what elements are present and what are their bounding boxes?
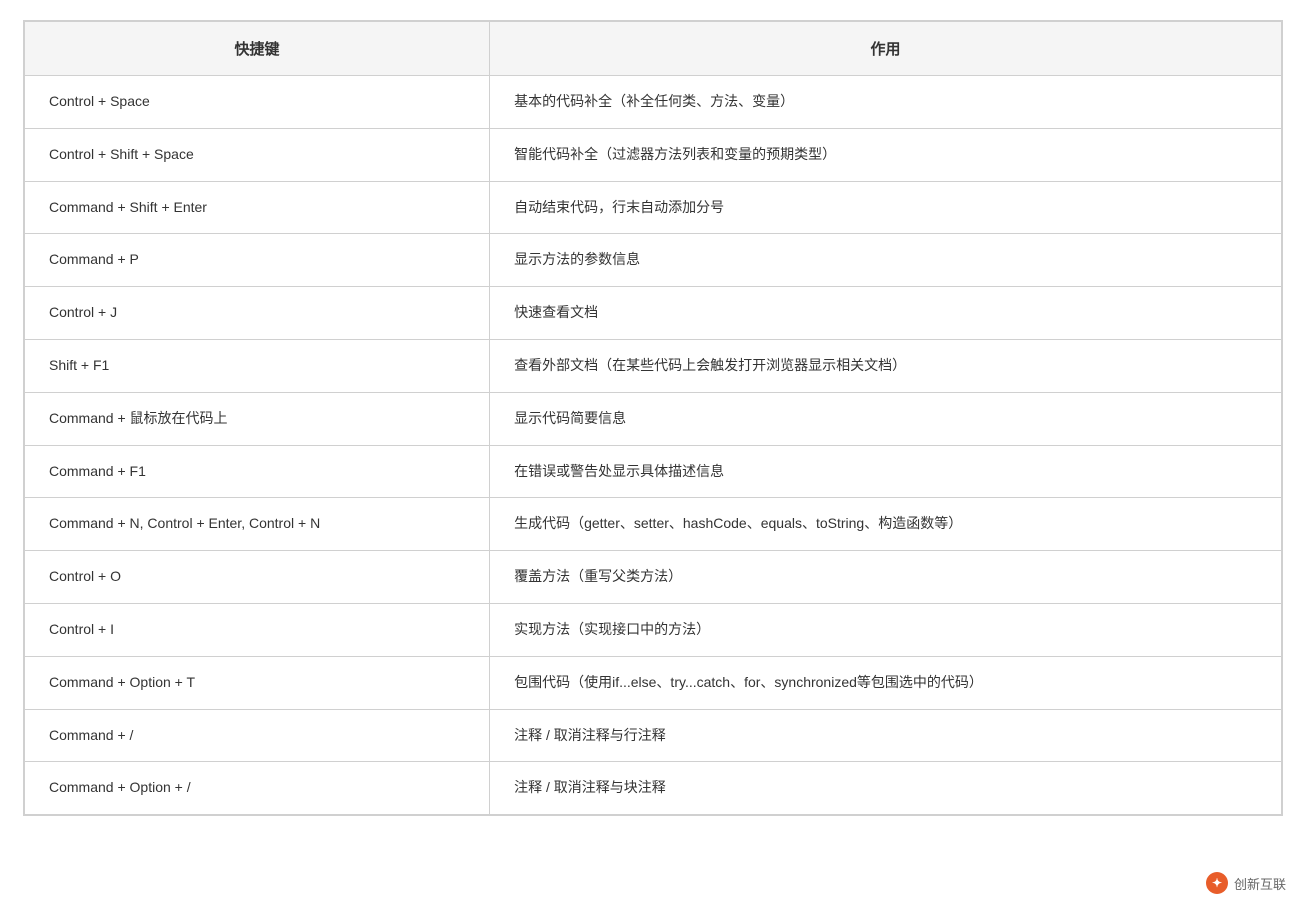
table-row: Control + Shift + Space智能代码补全（过滤器方法列表和变量… <box>25 128 1282 181</box>
shortcut-cell: Control + I <box>25 603 490 656</box>
watermark-icon: ✦ <box>1206 872 1228 894</box>
table-row: Control + O覆盖方法（重写父类方法） <box>25 551 1282 604</box>
description-cell: 在错误或警告处显示具体描述信息 <box>490 445 1282 498</box>
shortcut-cell: Command + F1 <box>25 445 490 498</box>
shortcut-cell: Command + Shift + Enter <box>25 181 490 234</box>
shortcut-table-container: 快捷键 作用 Control + Space基本的代码补全（补全任何类、方法、变… <box>23 20 1283 816</box>
description-cell: 基本的代码补全（补全任何类、方法、变量） <box>490 76 1282 129</box>
shortcut-cell: Command + / <box>25 709 490 762</box>
shortcut-cell: Command + N, Control + Enter, Control + … <box>25 498 490 551</box>
table-row: Command + P显示方法的参数信息 <box>25 234 1282 287</box>
description-cell: 显示方法的参数信息 <box>490 234 1282 287</box>
table-row: Command + /注释 / 取消注释与行注释 <box>25 709 1282 762</box>
table-row: Shift + F1查看外部文档（在某些代码上会触发打开浏览器显示相关文档） <box>25 339 1282 392</box>
description-cell: 包围代码（使用if...else、try...catch、for、synchro… <box>490 656 1282 709</box>
description-cell: 实现方法（实现接口中的方法） <box>490 603 1282 656</box>
shortcut-table: 快捷键 作用 Control + Space基本的代码补全（补全任何类、方法、变… <box>24 21 1282 815</box>
table-row: Control + J快速查看文档 <box>25 287 1282 340</box>
table-row: Command + 鼠标放在代码上显示代码简要信息 <box>25 392 1282 445</box>
header-description: 作用 <box>490 22 1282 76</box>
table-body: Control + Space基本的代码补全（补全任何类、方法、变量）Contr… <box>25 76 1282 815</box>
description-cell: 注释 / 取消注释与块注释 <box>490 762 1282 815</box>
description-cell: 覆盖方法（重写父类方法） <box>490 551 1282 604</box>
watermark-text: 创新互联 <box>1234 874 1286 893</box>
shortcut-cell: Control + J <box>25 287 490 340</box>
shortcut-cell: Command + Option + / <box>25 762 490 815</box>
table-row: Command + Option + T包围代码（使用if...else、try… <box>25 656 1282 709</box>
shortcut-cell: Command + Option + T <box>25 656 490 709</box>
description-cell: 生成代码（getter、setter、hashCode、equals、toStr… <box>490 498 1282 551</box>
table-row: Control + I实现方法（实现接口中的方法） <box>25 603 1282 656</box>
table-row: Control + Space基本的代码补全（补全任何类、方法、变量） <box>25 76 1282 129</box>
table-row: Command + Shift + Enter自动结束代码，行末自动添加分号 <box>25 181 1282 234</box>
shortcut-cell: Control + Shift + Space <box>25 128 490 181</box>
header-shortcut: 快捷键 <box>25 22 490 76</box>
shortcut-cell: Command + 鼠标放在代码上 <box>25 392 490 445</box>
shortcut-cell: Shift + F1 <box>25 339 490 392</box>
table-header-row: 快捷键 作用 <box>25 22 1282 76</box>
description-cell: 显示代码简要信息 <box>490 392 1282 445</box>
description-cell: 查看外部文档（在某些代码上会触发打开浏览器显示相关文档） <box>490 339 1282 392</box>
table-row: Command + Option + /注释 / 取消注释与块注释 <box>25 762 1282 815</box>
description-cell: 快速查看文档 <box>490 287 1282 340</box>
shortcut-cell: Control + Space <box>25 76 490 129</box>
watermark: ✦ 创新互联 <box>1206 872 1286 894</box>
table-row: Command + F1在错误或警告处显示具体描述信息 <box>25 445 1282 498</box>
shortcut-cell: Command + P <box>25 234 490 287</box>
description-cell: 注释 / 取消注释与行注释 <box>490 709 1282 762</box>
table-row: Command + N, Control + Enter, Control + … <box>25 498 1282 551</box>
description-cell: 自动结束代码，行末自动添加分号 <box>490 181 1282 234</box>
shortcut-cell: Control + O <box>25 551 490 604</box>
description-cell: 智能代码补全（过滤器方法列表和变量的预期类型） <box>490 128 1282 181</box>
